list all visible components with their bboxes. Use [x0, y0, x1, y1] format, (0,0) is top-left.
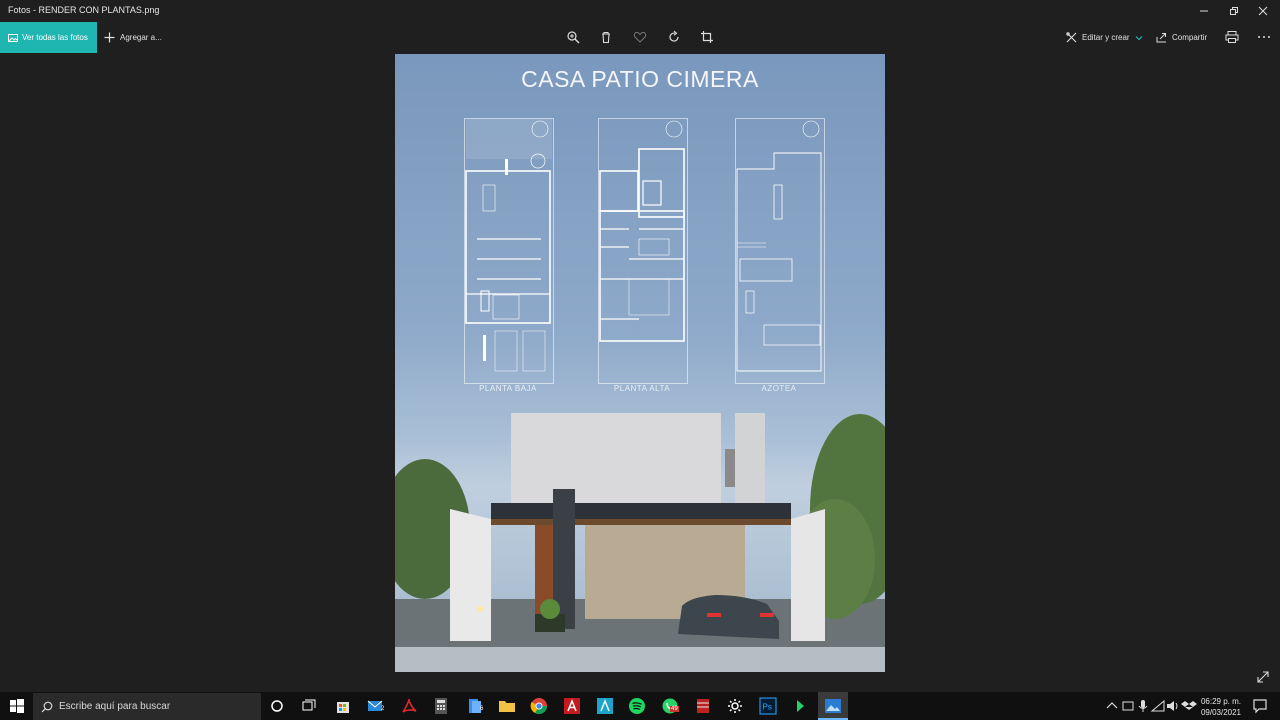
- add-to-button[interactable]: Agregar a...: [104, 22, 162, 53]
- print-icon[interactable]: [1225, 30, 1239, 44]
- floor-plan-ground-drawing: [465, 119, 552, 372]
- more-options-icon[interactable]: [1257, 30, 1271, 44]
- system-clock[interactable]: 06:29 p. m. 09/03/2021: [1196, 696, 1246, 718]
- photos-app-active[interactable]: [818, 692, 848, 720]
- windows-start-icon[interactable]: [8, 697, 26, 715]
- autocad-icon[interactable]: [563, 697, 581, 715]
- rotate-icon[interactable]: [667, 30, 681, 44]
- restore-icon: [1230, 7, 1238, 15]
- arrow-app-icon[interactable]: [792, 697, 810, 715]
- heart-icon[interactable]: [633, 30, 647, 44]
- clock-time: 06:29 p. m.: [1200, 697, 1242, 706]
- photos-icon: [8, 33, 18, 42]
- fullscreen-icon[interactable]: [1256, 670, 1270, 684]
- minimize-icon: [1200, 10, 1208, 12]
- files-badge: 6: [480, 706, 484, 712]
- app-toolbar: Ver todas las fotos Agregar a... Editar …: [0, 22, 1280, 53]
- notifications-icon[interactable]: [1251, 697, 1269, 715]
- floor-plan-upper: [598, 118, 688, 384]
- cortana-icon[interactable]: [268, 697, 286, 715]
- taskbar-search-box[interactable]: Escribe aquí para buscar: [33, 693, 261, 720]
- photo-viewer-image: CASA PATIO CIMERA PLANTA BAJA PLANTA ALT…: [395, 54, 885, 672]
- window-title: Fotos - RENDER CON PLANTAS.png: [8, 5, 160, 15]
- edit-create-button[interactable]: Editar y crear: [1066, 22, 1143, 53]
- floor-plan-ground-label: PLANTA BAJA: [479, 384, 537, 393]
- photos-app-icon: [825, 699, 841, 713]
- house-render: [395, 413, 885, 672]
- edit-create-label: Editar y crear: [1082, 33, 1130, 42]
- acrobat-icon[interactable]: [400, 697, 418, 715]
- crop-icon[interactable]: [700, 30, 714, 44]
- floor-plan-upper-label: PLANTA ALTA: [613, 384, 671, 393]
- svg-text:Ps: Ps: [763, 703, 772, 712]
- photoshop-icon[interactable]: Ps: [759, 697, 777, 715]
- calculator-icon[interactable]: [432, 697, 450, 715]
- see-all-photos-button[interactable]: Ver todas las fotos: [0, 22, 97, 53]
- clock-date: 09/03/2021: [1200, 708, 1242, 717]
- store-icon[interactable]: [334, 697, 352, 715]
- floor-plan-roof-drawing: [736, 120, 822, 372]
- search-icon: [41, 701, 53, 712]
- taskbar: Escribe aquí para buscar 2 6 49 Ps 06:29…: [0, 692, 1280, 720]
- floor-plan-ground: [464, 118, 554, 384]
- zoom-icon[interactable]: [566, 30, 580, 44]
- whatsapp-badge: 49: [670, 706, 679, 712]
- share-label: Compartir: [1172, 33, 1208, 42]
- floor-plan-roof-label: AZOTEA: [761, 384, 797, 393]
- close-icon: [1258, 6, 1268, 16]
- chevron-down-icon: [1135, 35, 1143, 40]
- folder-icon[interactable]: [498, 697, 516, 715]
- minimize-button[interactable]: [1187, 0, 1221, 22]
- close-button[interactable]: [1246, 0, 1280, 22]
- search-placeholder: Escribe aquí para buscar: [59, 701, 171, 712]
- ms-project-icon[interactable]: [596, 697, 614, 715]
- chrome-icon[interactable]: [530, 697, 548, 715]
- floor-plan-upper-drawing: [599, 120, 685, 342]
- see-all-photos-label: Ver todas las fotos: [22, 33, 88, 42]
- winrar-icon[interactable]: [694, 697, 712, 715]
- share-button[interactable]: Compartir: [1156, 22, 1207, 53]
- edit-icon: [1066, 32, 1077, 43]
- settings-gear-icon[interactable]: [726, 697, 744, 715]
- share-icon: [1156, 33, 1166, 43]
- delete-icon[interactable]: [599, 30, 613, 44]
- floor-plan-roof: [735, 118, 825, 384]
- mail-badge: 2: [381, 706, 385, 712]
- title-bar: Fotos - RENDER CON PLANTAS.png: [0, 0, 1280, 22]
- photo-heading: CASA PATIO CIMERA: [521, 66, 759, 92]
- task-view-icon[interactable]: [300, 697, 318, 715]
- spotify-icon[interactable]: [628, 697, 646, 715]
- add-to-label: Agregar a...: [120, 33, 162, 42]
- plus-icon: [104, 32, 115, 43]
